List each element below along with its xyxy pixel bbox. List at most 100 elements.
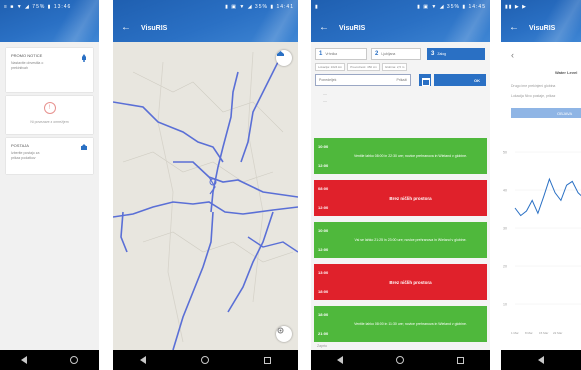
info-line: Drugo ime prekinjeni globina — [511, 84, 556, 88]
segment-1[interactable]: 1 Vrhnika — [315, 48, 367, 60]
slot-end: 18:00 — [318, 289, 329, 294]
slots-body: 1 Vrhnika 2 Ljubljana 3 Zalog Lokacija: … — [311, 42, 490, 350]
segment-3[interactable]: 3 Zalog — [427, 48, 485, 60]
slot-start: 10:00 — [318, 228, 329, 233]
line-chart: 50 40 30 20 10 1 Mar 8 Mar 15 Mar 22 Mar — [503, 151, 581, 335]
nav-home-icon[interactable] — [200, 356, 209, 364]
filter-chip[interactable]: Prevodnost: 450 cm — [347, 63, 380, 71]
nav-bar — [113, 350, 298, 370]
chart-y-tick-label: 50 — [503, 151, 507, 155]
slot-end: 21:00 — [318, 331, 329, 336]
screen-chart: ▮▮ ▶ ▶ ← VisuRIS ‹ Water Level Drugo ime… — [501, 0, 581, 370]
slot-start: 10:00 — [318, 144, 329, 149]
status-icons: ▮ ▣ ▼ ◢ 35% ▮ 14:41 — [225, 4, 294, 10]
segment-number: 3 — [431, 51, 435, 57]
slot-unavailable[interactable]: 13:00 18:00 Brez ničlih prostora — [314, 264, 487, 300]
chart-tab-bar[interactable]: OBJAVA — [511, 108, 581, 118]
nav-recent-icon[interactable] — [263, 356, 271, 364]
status-icons: ≡ ■ ▼ ◢ 75% ▮ 13:46 — [4, 4, 72, 10]
segment-2[interactable]: 2 Ljubljana — [371, 48, 421, 60]
pre-line: — — [323, 91, 327, 96]
calendar-icon[interactable] — [419, 74, 431, 86]
filter-chip[interactable]: Lokacija: 1024 km — [315, 63, 346, 71]
ok-button[interactable]: OK — [434, 74, 486, 86]
chevron-left-icon[interactable]: ‹ — [511, 50, 514, 60]
nav-back-icon[interactable] — [538, 356, 544, 364]
date-field[interactable]: Ponedeljek Prikaži — [315, 74, 411, 86]
chart-y-tick-label: 40 — [503, 189, 507, 193]
pre-line: — — [323, 98, 327, 103]
app-bar: ← VisuRIS — [311, 14, 490, 42]
chart-x-tick-label: 1 Mar — [511, 331, 519, 335]
nav-back-icon[interactable] — [140, 356, 147, 364]
chart-y-tick-label: 10 — [503, 303, 507, 307]
slot-unavailable[interactable]: 08:00 12:00 Brez ničlih prostora — [314, 180, 487, 216]
status-bar: ▮ ▣ ▼ ◢ 35% ▮ 14:41 — [113, 0, 298, 14]
nav-home-icon[interactable] — [395, 356, 404, 364]
screen-map: ▮ ▣ ▼ ◢ 35% ▮ 14:41 ← VisuRIS — [113, 0, 298, 370]
locate-icon — [277, 327, 284, 334]
settings-body: PROMO NOTICE Nastavite obvestila o preki… — [0, 42, 99, 350]
slot-message: Ventile lahko 08:00 in 22:30 ure; novice… — [353, 153, 468, 158]
offline-card: ! Ni povezave z omrežjem — [6, 96, 93, 134]
slot-end: 12:00 — [318, 247, 329, 252]
card-title: POSTAJA — [11, 143, 29, 148]
layers-button[interactable] — [276, 50, 292, 66]
back-arrow-icon[interactable]: ← — [319, 23, 329, 33]
chart-y-tick-label: 30 — [503, 227, 507, 231]
pin-icon — [81, 144, 87, 150]
nav-bar — [311, 350, 490, 370]
status-icons-left: ▮ — [315, 4, 319, 10]
slot-end: 12:00 — [318, 163, 329, 168]
filter-chip[interactable]: Globina: 2,5 m — [381, 63, 408, 71]
date-suffix: Prikaži — [396, 78, 407, 82]
back-arrow-icon[interactable]: ← — [121, 23, 131, 33]
layers-icon — [277, 51, 284, 56]
app-bar: ← VisuRIS — [501, 14, 581, 42]
filter-row: Lokacija: 1024 km Prevodnost: 450 cm Glo… — [315, 63, 486, 71]
slot-message: Vsi se lahko 21:25 in 23:00 ure; novice … — [354, 237, 467, 242]
slot-available[interactable]: 10:00 12:00 Ventile lahko 08:00 in 22:30… — [314, 138, 487, 174]
warning-icon: ! — [43, 102, 56, 114]
slot-start: 08:00 — [318, 186, 329, 191]
screen-settings: ≡ ■ ▼ ◢ 75% ▮ 13:46 PROMO NOTICE Nastavi… — [0, 0, 99, 370]
nav-bar — [501, 350, 581, 370]
screen-slots: ▮ ▮ ▣ ▼ ◢ 35% ▮ 14:45 ← VisuRIS 1 Vrhnik… — [311, 0, 490, 370]
card-title: PROMO NOTICE — [11, 53, 43, 58]
map-canvas[interactable] — [113, 42, 298, 350]
chart-x-tick-label: 15 Mar — [539, 331, 548, 335]
chart-y-tick-label: 20 — [503, 265, 507, 269]
warning-text: Ni povezave z omrežjem — [30, 120, 69, 124]
chart-subtitle: Water Level — [555, 70, 578, 75]
back-arrow-icon[interactable]: ← — [509, 23, 519, 33]
slot-available[interactable]: 10:00 12:00 Vsi se lahko 21:25 in 23:00 … — [314, 222, 487, 258]
pre-lines: — — — [323, 90, 327, 104]
locate-button[interactable] — [276, 326, 292, 342]
status-bar: ≡ ■ ▼ ◢ 75% ▮ 13:46 — [0, 0, 99, 14]
nav-home-icon[interactable] — [69, 356, 78, 364]
info-line: Lokacija Nivo postaje, prikaz — [511, 94, 556, 98]
footer-link[interactable]: Zaprto — [317, 344, 327, 348]
slot-available[interactable]: 18:00 21:00 Ventile lahko 08:00 in 11:30… — [314, 306, 487, 342]
map-view[interactable] — [113, 42, 298, 350]
nav-back-icon[interactable] — [337, 356, 344, 364]
nav-bar — [0, 350, 99, 370]
app-title: VisuRIS — [141, 24, 168, 32]
segment-label: Vrhnika — [325, 52, 338, 56]
slot-start: 18:00 — [318, 312, 329, 317]
slot-message: Brez ničlih prostora — [389, 279, 432, 285]
nav-back-icon[interactable] — [21, 356, 28, 364]
date-value: Ponedeljek — [319, 78, 337, 82]
notification-card[interactable]: PROMO NOTICE Nastavite obvestila o preki… — [6, 48, 93, 92]
nav-recent-icon[interactable] — [456, 356, 464, 364]
slot-start: 13:00 — [318, 270, 329, 275]
slot-end: 12:00 — [318, 205, 329, 210]
segment-label: Ljubljana — [381, 52, 396, 56]
chart-tab-label: OBJAVA — [557, 110, 573, 116]
chart-x-tick-label: 22 Mar — [553, 331, 562, 335]
app-bar: ← VisuRIS — [113, 14, 298, 42]
app-title: VisuRIS — [339, 24, 366, 32]
station-card[interactable]: POSTAJA Izberite postajo za prikaz podat… — [6, 138, 93, 174]
segment-number: 2 — [375, 51, 379, 57]
app-title: VisuRIS — [529, 24, 556, 32]
